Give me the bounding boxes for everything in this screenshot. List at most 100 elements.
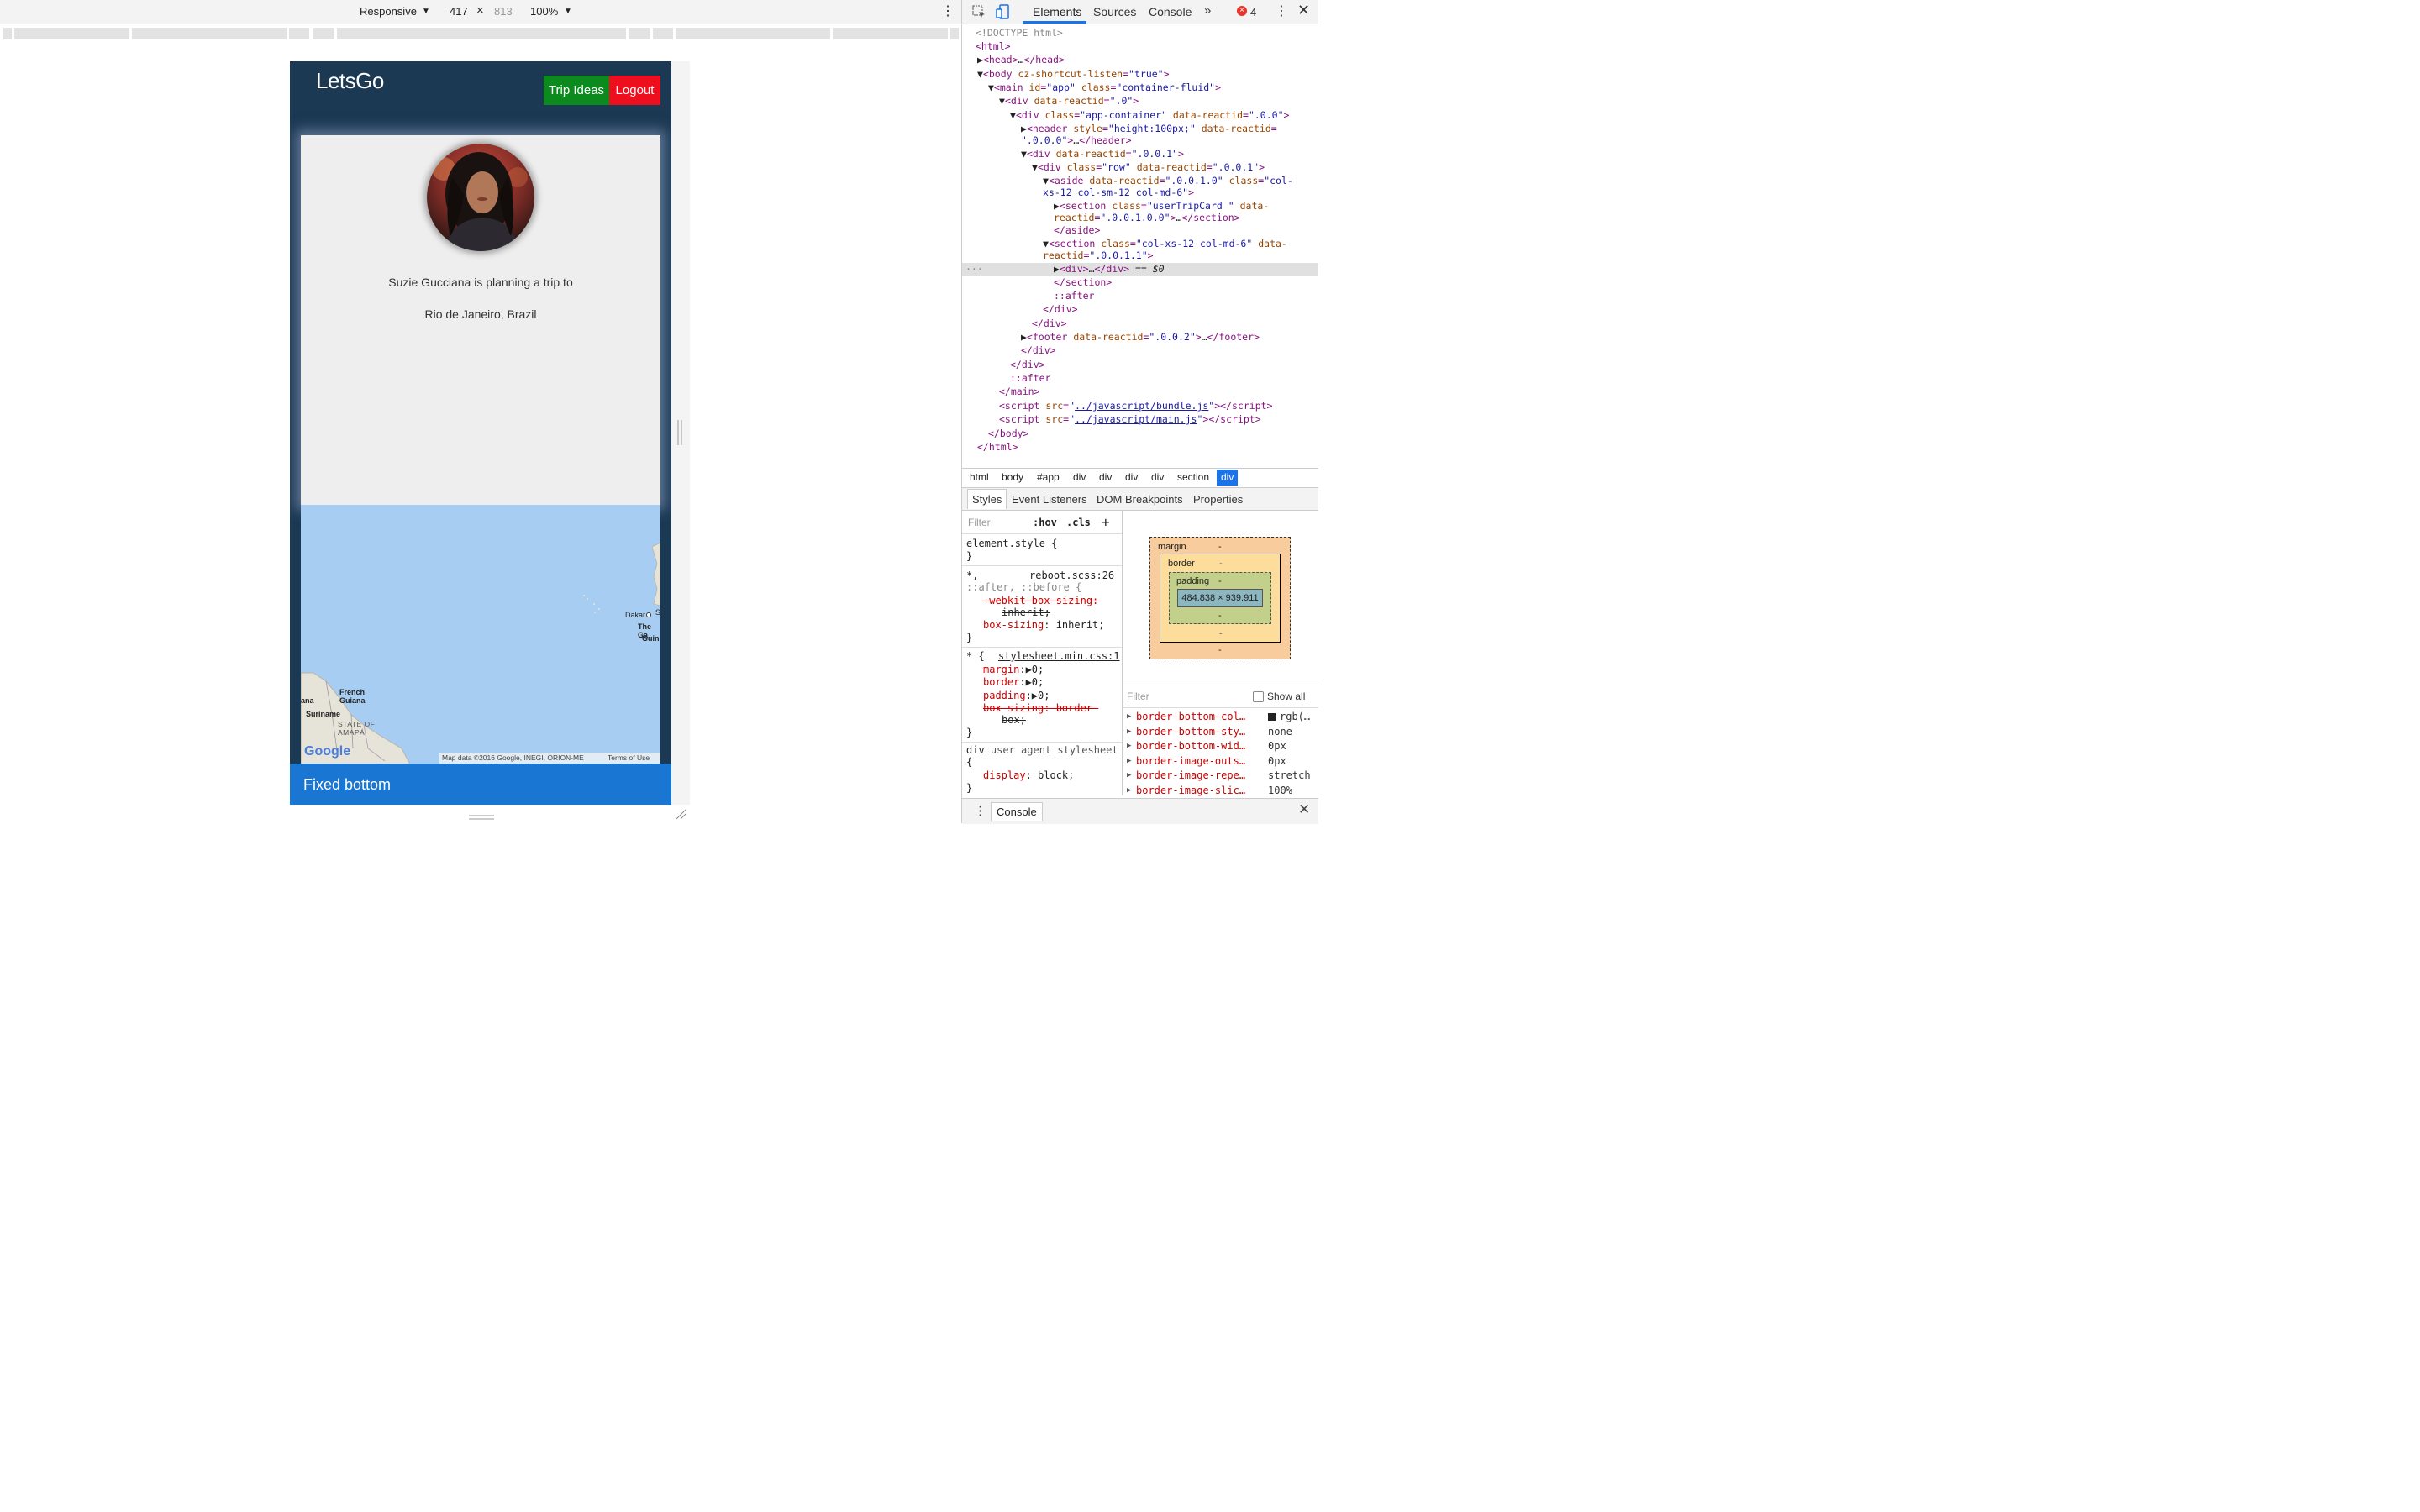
dom-node[interactable]: <!DOCTYPE html> [976,26,1063,39]
viewport-height-input[interactable]: 813 [494,5,513,18]
breadcrumb-item[interactable]: div [1073,471,1086,483]
more-options-icon[interactable]: ⋮ [1275,3,1288,19]
trip-ideas-button[interactable]: Trip Ideas [544,76,609,105]
dom-node[interactable]: </div> [1043,302,1078,316]
dom-node[interactable]: </div> [1032,317,1067,330]
breadcrumb-item-active[interactable]: div [1217,470,1239,486]
box-model-padding[interactable]: padding - - 484.838 × 939.911 [1169,572,1271,624]
style-declaration[interactable]: display: block; [983,769,1074,781]
breadcrumb-item[interactable]: section [1177,471,1209,483]
device-mode-select[interactable]: Responsive [360,5,417,18]
more-options-icon[interactable]: ⋮ [941,3,955,19]
style-declaration[interactable]: border:▶0; [983,676,1044,688]
viewport-width-input[interactable]: 417 [450,5,468,18]
error-icon[interactable]: × [1237,6,1247,16]
dom-node[interactable]: ::after [1054,289,1094,302]
dom-node[interactable]: </body> [988,427,1028,440]
tab-dom-breakpoints[interactable]: DOM Breakpoints [1097,493,1183,506]
tab-styles[interactable]: Styles [967,489,1007,509]
logout-button[interactable]: Logout [609,76,660,105]
tab-console-drawer[interactable]: Console [991,802,1043,821]
close-icon[interactable]: ✕ [1297,2,1310,19]
class-toggle[interactable]: .cls [1066,517,1091,528]
tab-properties[interactable]: Properties [1193,493,1243,506]
dom-node[interactable]: ▼<div data-reactid=".0"> [999,94,1139,108]
more-tabs-icon[interactable]: » [1204,3,1211,18]
dom-node[interactable]: ".0.0.0">…</header> [1021,134,1132,147]
dom-node[interactable]: </div> [1021,344,1056,357]
resize-handle-icon[interactable] [677,420,682,445]
computed-row[interactable]: ▶ border-bottom-wid… 0px [1123,740,1318,754]
style-declaration[interactable]: inherit; [1002,606,1050,618]
box-model-border[interactable]: border - - padding - - 484.838 × 939.911 [1160,554,1281,643]
style-rule[interactable]: { [966,756,972,768]
style-declaration[interactable]: box-sizing: border- [983,702,1098,714]
dom-node[interactable]: ▼<main id="app" class="container-fluid"> [988,81,1221,94]
box-model-content[interactable]: 484.838 × 939.911 [1177,589,1263,607]
style-rule[interactable]: * { [966,650,985,662]
tab-elements[interactable]: Elements [1033,5,1081,18]
dom-node[interactable]: ▶<footer data-reactid=".0.0.2">…</footer… [1021,330,1260,344]
breadcrumb-item[interactable]: html [970,471,989,483]
style-declaration[interactable]: padding:▶0; [983,690,1050,701]
add-rule-icon[interactable]: + [1102,514,1110,530]
inspect-element-icon[interactable] [972,5,986,21]
tab-console[interactable]: Console [1149,5,1192,18]
ellipsis-icon[interactable]: ··· [965,262,983,276]
dom-node[interactable]: ▼<div class="app-container" data-reactid… [1010,108,1289,122]
styles-filter-input[interactable]: Filter [968,517,991,528]
media-query-ruler[interactable] [0,26,961,41]
style-rule[interactable]: *, [966,570,978,581]
stylesheet-link[interactable]: reboot.scss:26 [1029,570,1114,581]
terms-of-use-link[interactable]: Terms of Use [608,753,650,762]
tab-event-listeners[interactable]: Event Listeners [1012,493,1087,506]
computed-filter-input[interactable]: Filter [1127,690,1150,702]
dom-node[interactable]: </aside> [1054,223,1100,237]
computed-row[interactable]: ▶ border-image-slic… 100% [1123,785,1318,799]
dom-node[interactable]: ▶<div>…</div> == $0 [1054,262,1165,276]
tab-sources[interactable]: Sources [1093,5,1136,18]
style-declaration[interactable]: -webkit-box-sizing: [983,595,1098,606]
dom-node[interactable]: reactid=".0.0.1.0.0">…</section> [1054,211,1240,224]
corner-resize-icon[interactable] [675,808,687,822]
error-count[interactable]: 4 [1250,6,1256,18]
chevron-down-icon[interactable]: ▼ [564,7,572,16]
style-rule[interactable]: ::after, ::before { [966,581,1081,593]
breadcrumb-item[interactable]: div [1099,471,1112,483]
style-declaration[interactable]: box-sizing: inherit; [983,619,1105,631]
dom-node[interactable]: <html> [976,39,1011,53]
bottom-resize-handle-icon[interactable] [469,811,494,824]
device-toggle-icon[interactable] [996,4,1009,22]
computed-row[interactable]: ▶ border-bottom-sty… none [1123,726,1318,740]
dom-node[interactable]: <script src="../javascript/main.js"></sc… [999,412,1261,426]
dom-node[interactable]: ▶<head>…</head> [977,53,1065,66]
dom-node[interactable]: ▼<div data-reactid=".0.0.1"> [1021,147,1184,160]
computed-row[interactable]: ▶ border-bottom-col… rgb(… [1123,711,1318,725]
style-rule[interactable]: div user agent stylesheet [966,744,1118,756]
dom-node[interactable]: <script src="../javascript/bundle.js"></… [999,399,1272,412]
style-rule[interactable]: element.style { [966,538,1057,549]
drawer-menu-icon[interactable]: ⋮ [974,803,986,818]
breadcrumb-item[interactable]: div [1151,471,1164,483]
zoom-select[interactable]: 100% [530,5,558,18]
computed-row[interactable]: ▶ border-image-repe… stretch [1123,769,1318,784]
stylesheet-link[interactable]: stylesheet.min.css:1 [998,650,1120,662]
dom-node[interactable]: ▼<body cz-shortcut-listen="true"> [977,67,1170,81]
computed-row[interactable]: ▶ border-image-outs… 0px [1123,755,1318,769]
dom-node[interactable]: </section> [1054,276,1112,289]
box-model-margin[interactable]: margin - - border - - padding - - 484.83… [1150,537,1291,659]
dom-node[interactable]: reactid=".0.0.1.1"> [1043,249,1154,262]
style-declaration[interactable]: box; [1002,714,1026,726]
dom-node[interactable]: ::after [1010,371,1050,385]
breadcrumb-item[interactable]: body [1002,471,1023,483]
dom-node[interactable]: </div> [1010,358,1045,371]
google-logo[interactable]: Google [304,744,350,759]
show-all-checkbox[interactable] [1253,691,1264,702]
map-view[interactable]: Dakar S The Ga Guin French Guiana ana Su… [301,505,660,764]
dom-node[interactable]: </html> [977,440,1018,454]
dom-node[interactable]: </main> [999,385,1039,398]
close-icon[interactable]: ✕ [1298,801,1310,818]
breadcrumb-item[interactable]: div [1125,471,1138,483]
hover-state-toggle[interactable]: :hov [1033,517,1057,528]
dom-node[interactable]: xs-12 col-sm-12 col-md-6"> [1043,186,1194,199]
